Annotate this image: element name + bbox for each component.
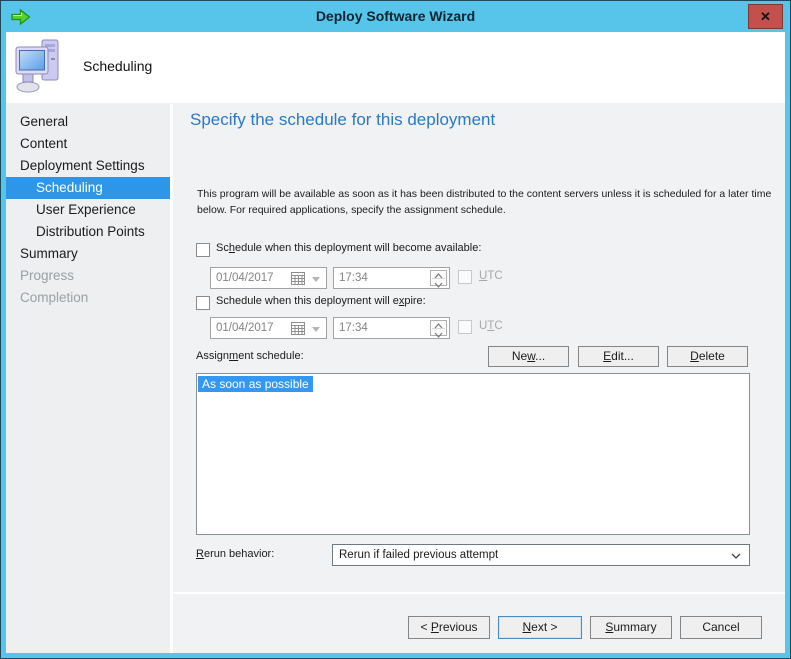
available-utc-checkbox	[458, 270, 472, 284]
sidebar-item-completion: Completion	[20, 290, 89, 305]
schedule-expire-checkbox[interactable]	[196, 296, 210, 310]
sidebar-item-deployment-settings[interactable]: Deployment Settings	[6, 155, 170, 177]
summary-button[interactable]: Summary	[590, 616, 672, 639]
sidebar-item-progress: Progress	[20, 268, 75, 283]
expire-utc-label: UTC	[479, 320, 503, 332]
sidebar-item-general[interactable]: General	[6, 111, 170, 133]
footer-divider	[173, 592, 785, 594]
rerun-behavior-label: Rerun behavior:	[196, 548, 275, 560]
assignment-schedule-label: Assignment schedule:	[196, 350, 304, 362]
time-spinner	[430, 270, 447, 288]
chevron-down-icon	[731, 553, 741, 559]
cancel-button[interactable]: Cancel	[680, 616, 762, 639]
available-time-field: 17:34	[333, 267, 450, 289]
window-frame: Scheduling General Content Deployment Se…	[6, 32, 785, 653]
sidebar-item-distribution-points[interactable]: Distribution Points	[6, 221, 170, 243]
computer-icon	[15, 39, 59, 93]
page-title: Scheduling	[83, 58, 153, 74]
expire-date-field: 01/04/2017	[210, 317, 327, 339]
available-date-field: 01/04/2017	[210, 267, 327, 289]
edit-button[interactable]: Edit...	[578, 346, 659, 367]
sidebar-item-scheduling[interactable]: Scheduling	[6, 177, 170, 199]
rerun-behavior-value: Rerun if failed previous attempt	[339, 549, 499, 561]
schedule-available-checkbox[interactable]	[196, 243, 210, 257]
deploy-software-wizard-window: Deploy Software Wizard ✕ Scheduling Gene…	[0, 0, 791, 659]
calendar-icon	[291, 322, 305, 335]
dropdown-triangle-icon	[312, 277, 320, 282]
time-spinner	[430, 320, 447, 338]
calendar-icon	[291, 272, 305, 285]
next-button[interactable]: Next >	[498, 616, 582, 639]
description-text: This program will be available as soon a…	[197, 188, 772, 217]
new-button[interactable]: New...	[488, 346, 569, 367]
expire-time-field: 17:34	[333, 317, 450, 339]
expire-utc-checkbox	[458, 320, 472, 334]
delete-button[interactable]: Delete	[667, 346, 748, 367]
schedule-expire-label: Schedule when this deployment will expir…	[216, 295, 426, 307]
rerun-behavior-select[interactable]: Rerun if failed previous attempt	[332, 544, 750, 566]
previous-button[interactable]: < Previous	[408, 616, 490, 639]
assignment-schedule-list[interactable]: As soon as possible	[196, 373, 750, 535]
sidebar-item-user-experience[interactable]: User Experience	[6, 199, 170, 221]
close-icon[interactable]: ✕	[748, 4, 783, 29]
main-pane: Specify the schedule for this deployment…	[173, 104, 785, 653]
spinner-down-icon	[434, 282, 443, 288]
dropdown-triangle-icon	[312, 327, 320, 332]
titlebar: Deploy Software Wizard ✕	[1, 1, 790, 32]
window-title: Deploy Software Wizard	[315, 8, 476, 24]
schedule-available-label: Schedule when this deployment will becom…	[216, 242, 482, 254]
content-heading: Specify the schedule for this deployment	[190, 110, 496, 129]
spinner-down-icon	[434, 332, 443, 338]
list-item[interactable]: As soon as possible	[198, 376, 313, 392]
available-utc-label: UTC	[479, 270, 503, 282]
wizard-steps-sidebar: General Content Deployment Settings Sche…	[6, 104, 170, 653]
sidebar-item-summary[interactable]: Summary	[6, 243, 170, 265]
sidebar-item-content[interactable]: Content	[6, 133, 170, 155]
wizard-header: Scheduling	[6, 32, 785, 103]
